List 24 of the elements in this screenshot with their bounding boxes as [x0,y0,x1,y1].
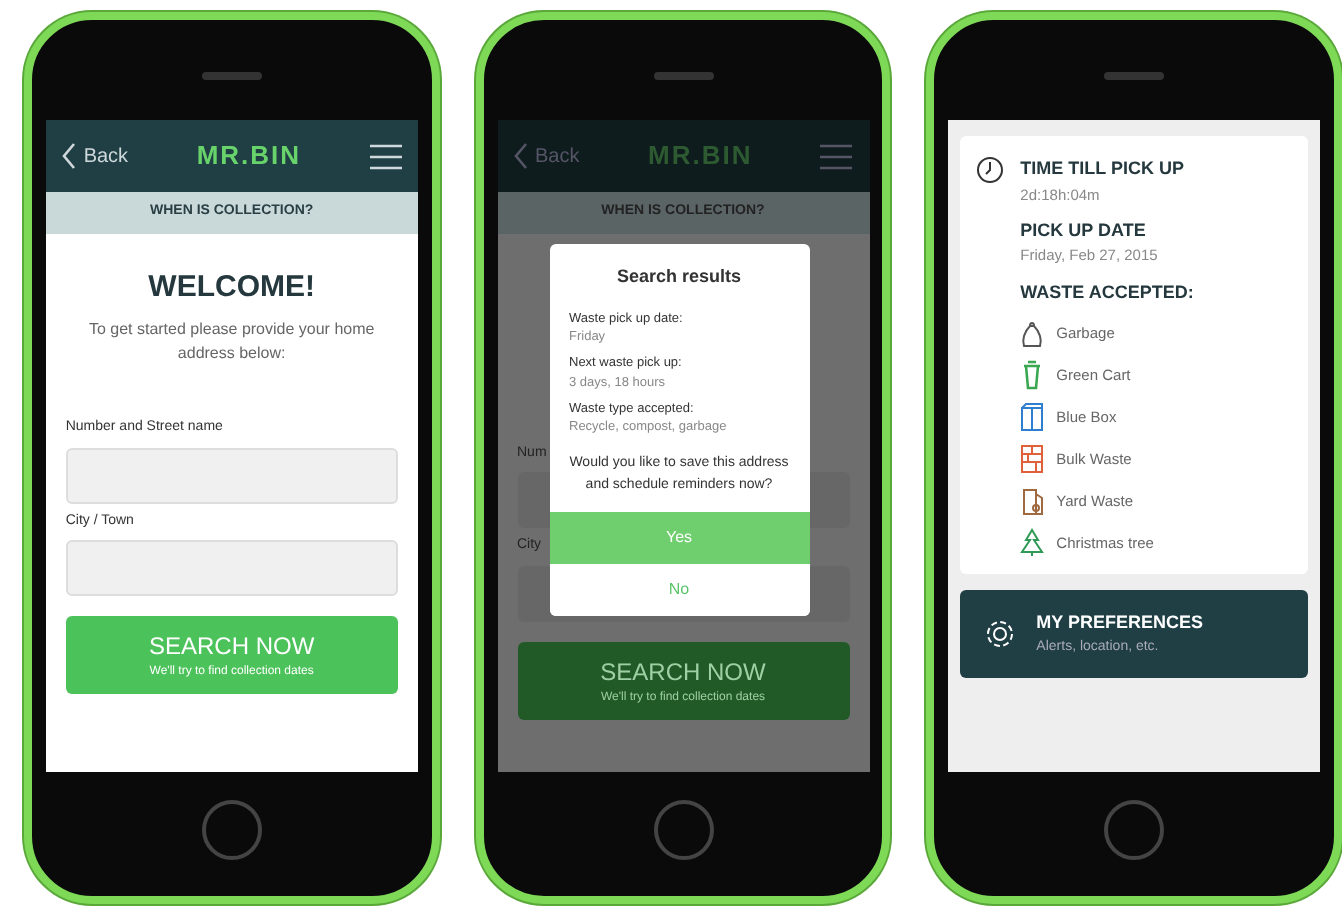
welcome-heading: WELCOME! [146,267,317,307]
preferences-title: MY PREFERENCES [1036,610,1204,636]
speaker-icon [201,72,262,80]
section-heading: WASTE ACCEPTED: [1020,279,1194,305]
back-link[interactable]: Back [61,141,129,171]
home-button[interactable] [1104,800,1165,860]
back-link[interactable]: Back [513,141,580,171]
chevron-left-icon [513,142,527,170]
intro-text: To get started please provide your home address below: [86,318,377,366]
chevron-left-icon [61,142,76,170]
app-logo: MR.BIN [196,138,302,175]
speaker-icon [653,72,713,80]
confirm-button[interactable]: Yes [549,512,809,564]
input-field[interactable] [65,447,398,503]
home-button[interactable] [653,800,713,860]
app-logo: MR.BIN [648,138,753,175]
home-button[interactable] [201,800,262,860]
speaker-icon [1104,72,1165,80]
input-field[interactable] [65,540,398,596]
settings-icon [984,618,1017,650]
clock-icon [976,156,1005,184]
dialog-title: Search results [614,264,744,290]
info-label: PICK UP DATE [1020,217,1148,244]
info-label: TIME TILL PICK UP [1020,156,1187,182]
